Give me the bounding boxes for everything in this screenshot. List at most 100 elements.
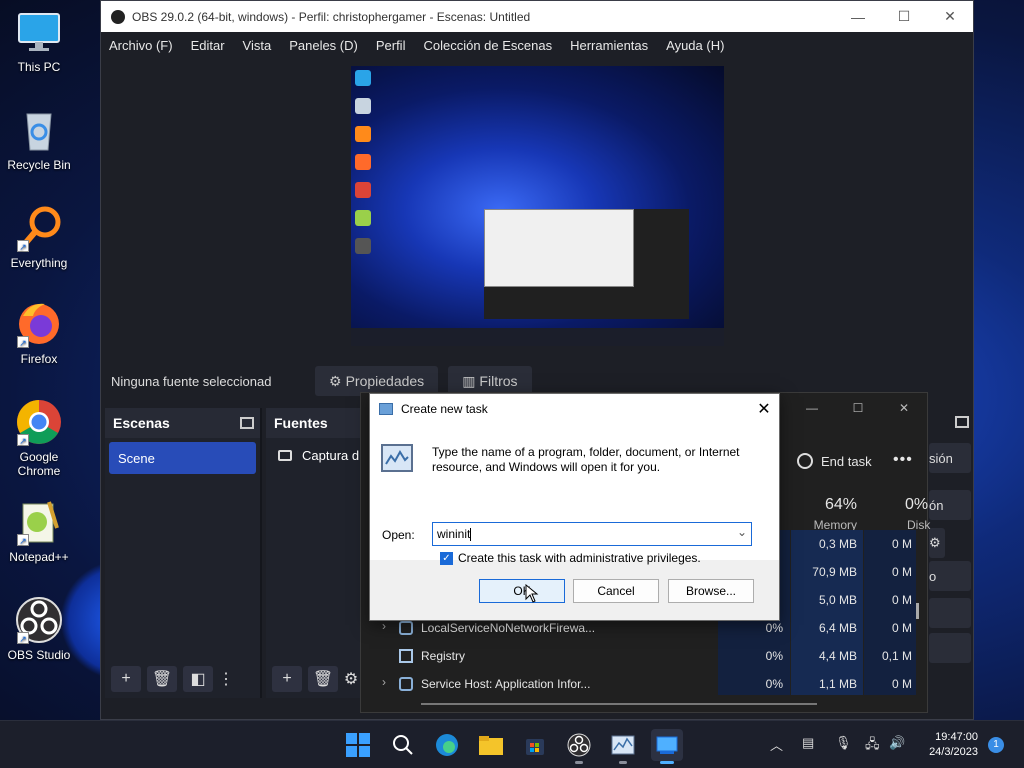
taskbar-file-explorer[interactable] [475, 729, 507, 761]
mouse-cursor-icon [525, 584, 539, 603]
memory-cell: 4,4 MB [818, 649, 857, 663]
memory-cell: 0,3 MB [818, 537, 857, 551]
table-row[interactable]: › Service Host: Application Infor... 0% … [361, 670, 916, 698]
scrollbar-thumb[interactable] [916, 603, 919, 619]
dialog-description: Type the name of a program, folder, docu… [432, 445, 740, 474]
active-indicator [660, 761, 674, 764]
desktop-icon-this-pc[interactable]: This PC [4, 8, 74, 74]
undock-icon[interactable] [955, 416, 969, 428]
chevron-right-icon[interactable]: › [382, 619, 386, 633]
close-button[interactable]: ✕ [881, 393, 927, 423]
chevron-down-icon[interactable]: ⌄ [737, 525, 747, 539]
admin-privileges-checkbox[interactable]: ✓ Create this task with administrative p… [440, 551, 701, 565]
obs-titlebar[interactable]: OBS 29.0.2 (64-bit, windows) - Perfil: c… [101, 1, 973, 32]
menu-archivo[interactable]: Archivo (F) [109, 38, 173, 53]
add-source-button[interactable]: + [272, 666, 302, 692]
menu-paneles[interactable]: Paneles (D) [289, 38, 358, 53]
desktop-icon-label: Recycle Bin [7, 158, 71, 172]
end-task-button[interactable]: End task [797, 453, 872, 469]
scenes-title: Escenas [113, 415, 170, 431]
clock-time: 19:47:00 [935, 731, 978, 743]
obs-preview-canvas[interactable] [351, 66, 724, 346]
browse-button[interactable]: Browse... [668, 579, 754, 603]
undock-icon[interactable] [240, 417, 254, 429]
taskbar-task-manager[interactable] [607, 729, 639, 764]
search-button[interactable] [387, 729, 419, 761]
source-settings-button[interactable]: ⚙ [344, 666, 358, 692]
running-indicator [619, 761, 627, 764]
network-icon[interactable]: 🖧 [865, 735, 880, 757]
remove-source-button[interactable]: 🗑 [308, 666, 338, 692]
remove-scene-button[interactable]: 🗑 [147, 666, 177, 692]
desktop-icon-firefox[interactable]: ↗ Firefox [4, 300, 74, 366]
disk-cell: 0 M [891, 565, 912, 579]
controls-button-5[interactable] [929, 633, 971, 663]
controls-button-4[interactable] [929, 598, 971, 628]
menu-editar[interactable]: Editar [191, 38, 225, 53]
end-task-label: End task [821, 453, 872, 469]
controls-fragment: o [929, 568, 937, 584]
source-item-label: Captura d [302, 448, 360, 463]
disk-cell: 0 M [891, 621, 912, 635]
controls-button-3[interactable]: o [929, 561, 971, 591]
create-new-task-dialog: Create new task ✕ Type the name of a pro… [369, 393, 780, 621]
desktop-icon-label: Everything [10, 256, 68, 270]
ok-button[interactable]: OK [479, 579, 565, 603]
taskbar-store[interactable] [519, 729, 551, 761]
microphone-icon[interactable]: 🎙 [835, 735, 852, 751]
tray-app-icon[interactable]: ▤ [802, 735, 814, 751]
open-input[interactable]: wininit [437, 527, 470, 541]
menu-perfil[interactable]: Perfil [376, 38, 406, 53]
desktop-icon-obs[interactable]: ↗ OBS Studio [4, 596, 74, 662]
properties-label: Propiedades [345, 373, 425, 389]
controls-button-1[interactable]: sión [929, 443, 971, 473]
more-options-button[interactable]: ••• [893, 451, 913, 469]
show-hidden-icons-button[interactable]: ︿ [770, 735, 783, 754]
close-button[interactable]: ✕ [927, 1, 973, 32]
obs-logo-icon [111, 9, 125, 24]
sources-title: Fuentes [274, 415, 328, 431]
obs-menubar: Archivo (F) Editar Vista Paneles (D) Per… [101, 32, 973, 58]
disk-cell: 0 M [891, 677, 912, 691]
start-button[interactable] [342, 729, 374, 761]
taskbar-clock[interactable]: 19:47:00 24/3/2023 [916, 730, 978, 760]
service-gear-icon [399, 621, 413, 635]
desktop-icon-recycle-bin[interactable]: Recycle Bin [4, 106, 74, 172]
minimize-button[interactable]: — [789, 393, 835, 423]
taskbar-edge[interactable] [431, 729, 463, 761]
memory-cell: 6,4 MB [818, 621, 857, 635]
scene-filters-button[interactable]: ◧ [183, 666, 213, 692]
menu-coleccion-escenas[interactable]: Colección de Escenas [423, 38, 552, 53]
scene-item[interactable]: Scene [109, 442, 256, 474]
table-row[interactable]: Registry 0% 4,4 MB 0,1 M [361, 642, 916, 670]
notification-badge[interactable]: 1 [988, 737, 1004, 753]
taskbar-obs[interactable] [563, 729, 595, 764]
close-button[interactable]: ✕ [749, 399, 779, 419]
controls-fragment: sión [929, 450, 953, 466]
filter-icon: ▥ [462, 372, 476, 389]
desktop-icon-everything[interactable]: ↗ Everything [4, 204, 74, 270]
add-scene-button[interactable]: + [111, 666, 141, 692]
controls-gear-button[interactable]: ⚙ [929, 528, 945, 558]
chevron-right-icon[interactable]: › [382, 675, 386, 689]
minimize-button[interactable]: — [835, 1, 881, 32]
obs-icon: ↗ [15, 596, 63, 644]
desktop-icon-notepadpp[interactable]: ↗ Notepad++ [4, 498, 74, 564]
horizontal-scrollbar[interactable] [421, 703, 817, 705]
disk-cell: 0 M [891, 537, 912, 551]
scene-more-button[interactable]: ⋮ [218, 666, 234, 692]
maximize-button[interactable]: ☐ [881, 1, 927, 32]
menu-ayuda[interactable]: Ayuda (H) [666, 38, 724, 53]
controls-button-2[interactable]: ón [929, 490, 971, 520]
run-icon [379, 403, 393, 415]
maximize-button[interactable]: ☐ [835, 393, 881, 423]
taskbar-run-dialog[interactable] [651, 729, 683, 764]
cancel-button[interactable]: Cancel [573, 579, 659, 603]
dialog-titlebar[interactable]: Create new task ✕ [370, 394, 779, 424]
open-combobox[interactable]: wininit ⌄ [432, 522, 752, 546]
block-icon [797, 453, 813, 469]
volume-icon[interactable]: 🔊 [889, 735, 905, 751]
desktop-icon-chrome[interactable]: ↗ Google Chrome [4, 398, 74, 478]
menu-vista[interactable]: Vista [243, 38, 272, 53]
menu-herramientas[interactable]: Herramientas [570, 38, 648, 53]
